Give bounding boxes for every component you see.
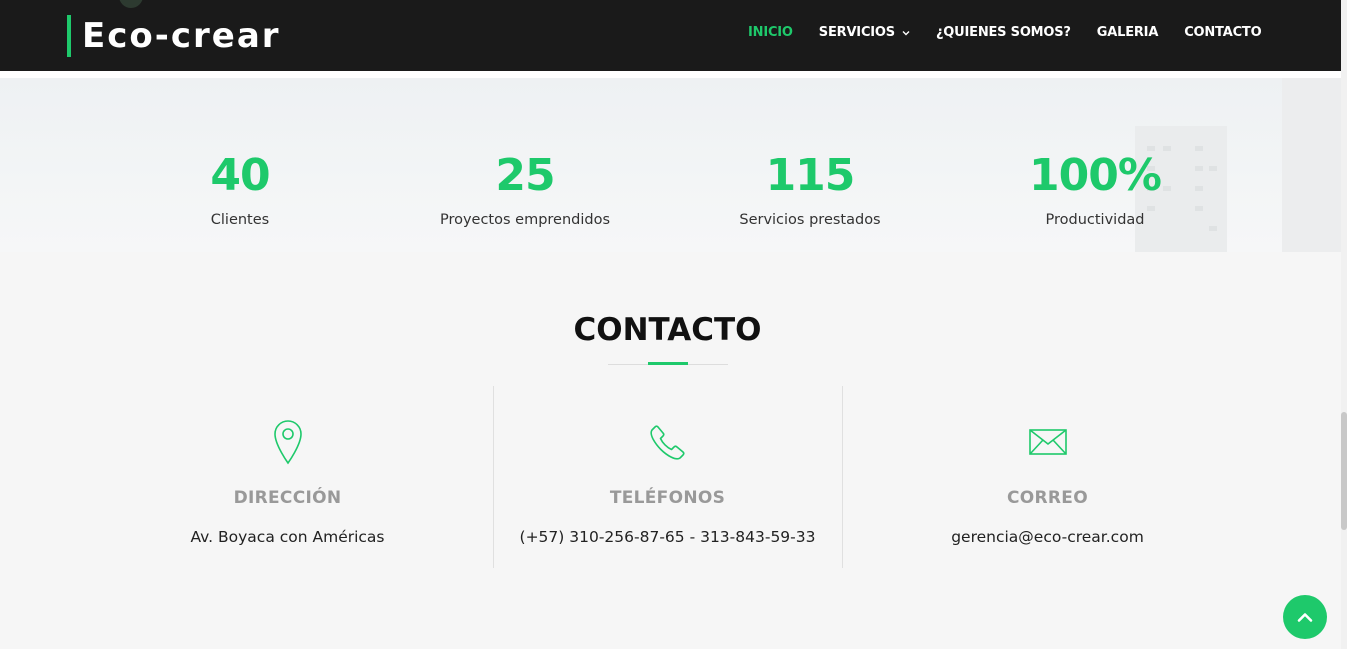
site-header: Eco-crear INICIO SERVICIOS ¿QUIENES SOMO… xyxy=(0,0,1341,71)
title-underline-accent xyxy=(648,362,688,365)
logo[interactable]: Eco-crear xyxy=(67,15,281,57)
header-divider xyxy=(0,71,1341,78)
stat-label: Proyectos emprendidos xyxy=(439,212,611,228)
nav-item-servicios-label: SERVICIOS xyxy=(818,25,895,40)
nav-item-servicios[interactable]: SERVICIOS xyxy=(819,25,910,40)
email-value[interactable]: gerencia@eco-crear.com xyxy=(873,528,1222,546)
phone-icon xyxy=(649,425,685,460)
contact-title: CONTACTO xyxy=(573,312,762,348)
column-divider xyxy=(842,386,843,568)
stats-section: 40 Clientes 25 Proyectos emprendidos 115… xyxy=(0,78,1341,252)
map-pin-icon xyxy=(273,420,302,465)
stat-servicios: 115 Servicios prestados xyxy=(680,150,940,229)
contact-correo: CORREO gerencia@eco-crear.com xyxy=(873,418,1222,546)
logo-decoration xyxy=(119,0,143,8)
stat-label: Productividad xyxy=(1045,212,1145,228)
stat-proyectos: 25 Proyectos emprendidos xyxy=(395,150,655,229)
back-to-top-button[interactable] xyxy=(1283,595,1327,639)
nav-item-quienes-somos[interactable]: ¿QUIENES SOMOS? xyxy=(936,25,1071,40)
stat-value: 115 xyxy=(765,150,856,201)
envelope-icon xyxy=(1028,429,1067,455)
main-nav: INICIO SERVICIOS ¿QUIENES SOMOS? GALERIA… xyxy=(748,25,1262,40)
nav-item-inicio[interactable]: INICIO xyxy=(748,25,793,40)
stat-label: Clientes xyxy=(210,212,270,228)
chevron-up-icon xyxy=(1297,613,1313,622)
address-value: Av. Boyaca con Américas xyxy=(190,528,385,546)
nav-item-galeria[interactable]: GALERIA xyxy=(1097,25,1159,40)
contact-direccion: DIRECCIÓN Av. Boyaca con Américas xyxy=(113,418,462,546)
stat-value: 100% xyxy=(1029,150,1162,201)
stat-label: Servicios prestados xyxy=(739,212,881,228)
phone-value[interactable]: (+57) 310-256-87-65 - 313-843-59-33 xyxy=(493,528,842,546)
contact-heading: DIRECCIÓN xyxy=(233,488,342,508)
stat-clientes: 40 Clientes xyxy=(110,150,370,229)
background-building xyxy=(1282,78,1341,252)
logo-accent-bar xyxy=(67,15,71,57)
logo-text[interactable]: Eco-crear xyxy=(82,16,281,56)
contact-telefonos: TELÉFONOS (+57) 310-256-87-65 - 313-843-… xyxy=(493,418,842,546)
page-scrollbar[interactable] xyxy=(1341,0,1347,649)
contact-heading: TELÉFONOS xyxy=(609,488,726,508)
scrollbar-thumb[interactable] xyxy=(1341,412,1347,530)
chevron-down-icon xyxy=(902,30,910,35)
stat-value: 25 xyxy=(495,150,555,201)
contact-heading: CORREO xyxy=(1007,488,1088,508)
stat-productividad: 100% Productividad xyxy=(965,150,1225,229)
nav-item-contacto[interactable]: CONTACTO xyxy=(1184,25,1261,40)
stat-value: 40 xyxy=(210,150,270,201)
